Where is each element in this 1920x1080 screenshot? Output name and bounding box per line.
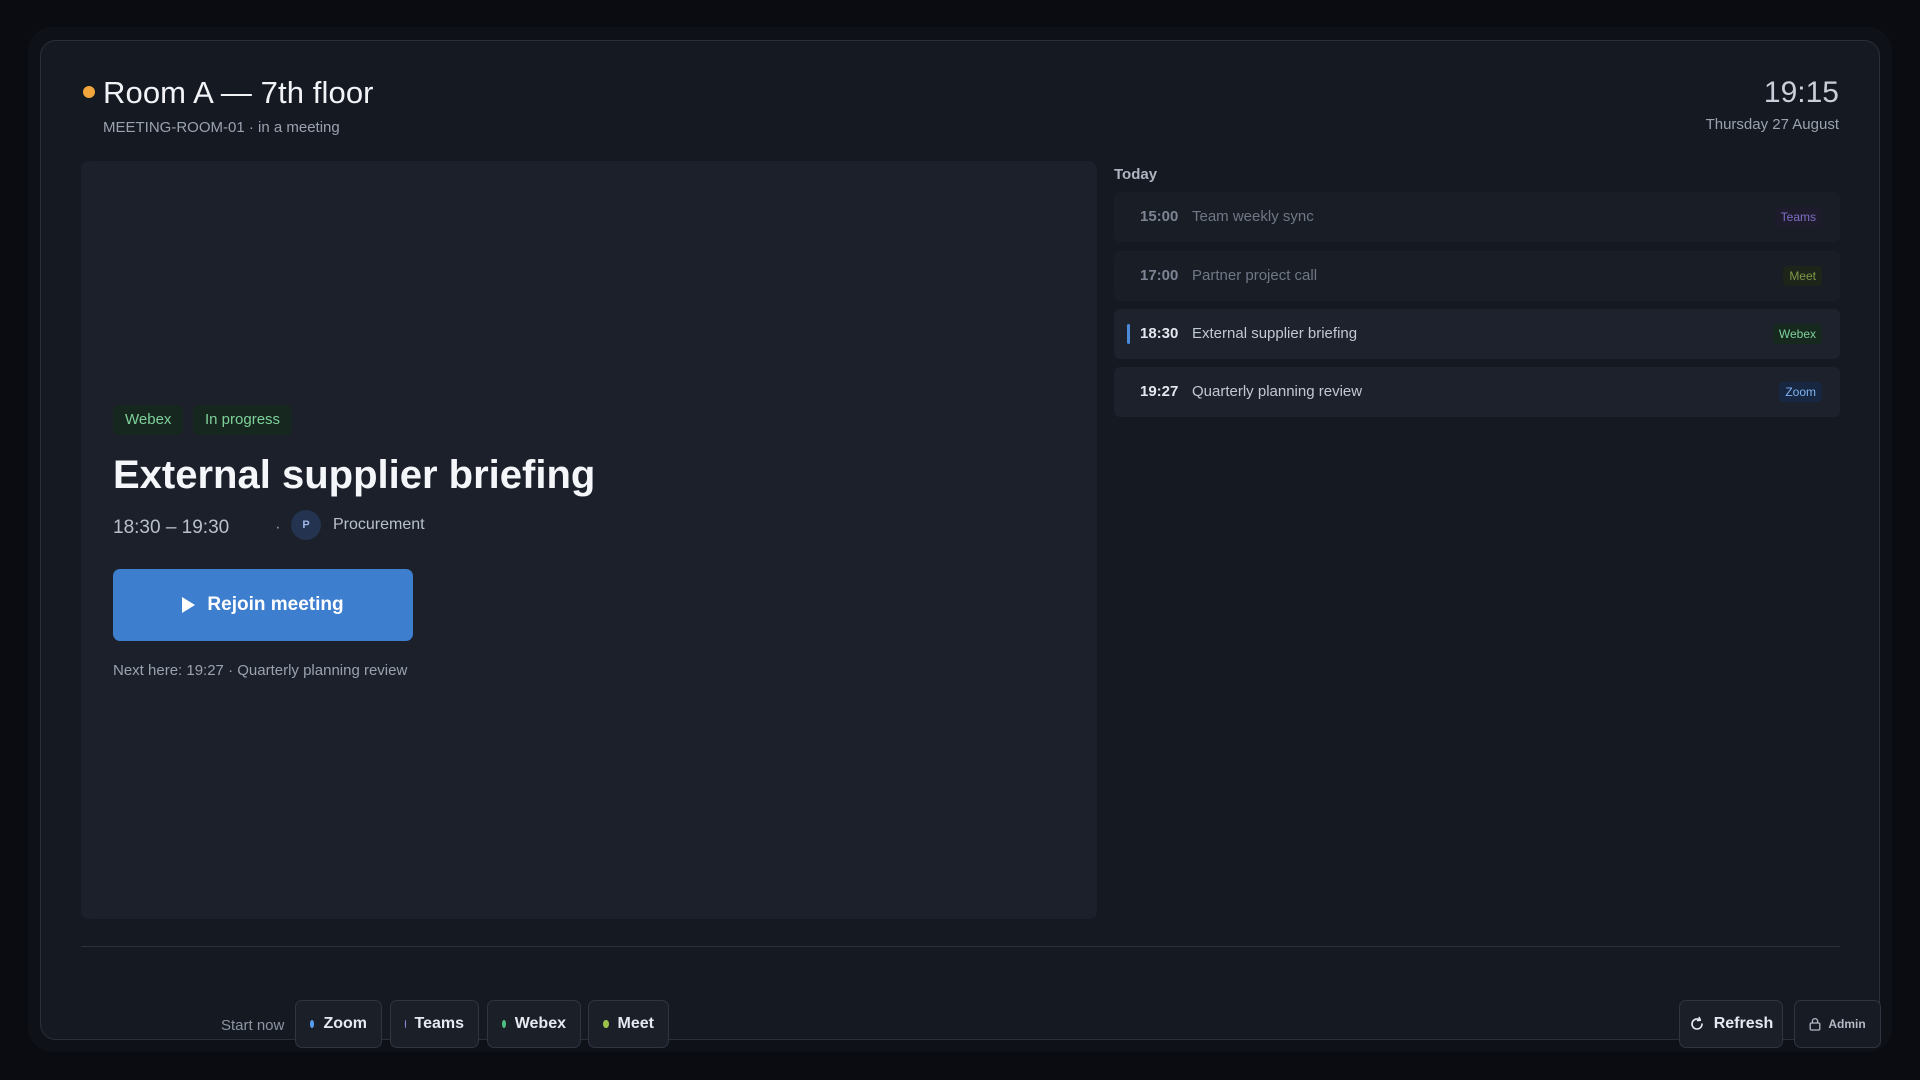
refresh-button[interactable]: Refresh [1679, 1000, 1783, 1048]
current-item-indicator [1127, 324, 1130, 344]
clock: 19:15 [1763, 76, 1839, 109]
agenda-heading: Today [1114, 166, 1158, 183]
agenda-item-platform-badge: Webex [1772, 324, 1822, 344]
agenda-item-platform-badge: Meet [1783, 266, 1822, 286]
start-webex-button[interactable]: Webex [487, 1000, 581, 1048]
start-meet-label: Meet [617, 1015, 654, 1032]
start-now-label: Start now [221, 1017, 285, 1034]
room-display: Room A — 7th floor MEETING-ROOM-01 · in … [40, 40, 1881, 1048]
start-meet-button[interactable]: Meet [588, 1000, 669, 1048]
admin-label: Admin [1828, 1017, 1866, 1031]
room-subtitle: MEETING-ROOM-01 · in a meeting [103, 119, 340, 136]
meeting-title: External supplier briefing [113, 453, 596, 497]
lock-icon [1809, 1017, 1821, 1031]
meeting-time-range: 18:30 – 19:30 [113, 517, 230, 538]
footer-divider [81, 946, 1840, 947]
agenda-item-time: 15:00 [1140, 208, 1179, 225]
agenda-item-platform-badge: Teams [1774, 207, 1822, 227]
meeting-meta-separator: · [275, 517, 281, 536]
webex-dot-icon [502, 1020, 506, 1028]
status-badge: In progress [193, 405, 293, 435]
organizer-avatar: P [291, 510, 321, 540]
start-zoom-button[interactable]: Zoom [295, 1000, 382, 1048]
admin-button[interactable]: Admin [1794, 1000, 1881, 1048]
agenda-item-platform-badge: Zoom [1779, 382, 1822, 402]
agenda-item-time: 19:27 [1140, 383, 1179, 400]
refresh-icon [1689, 1016, 1705, 1032]
agenda-item-time: 17:00 [1140, 267, 1179, 284]
date: Thursday 27 August [1705, 116, 1839, 133]
start-zoom-label: Zoom [323, 1015, 367, 1032]
rejoin-meeting-button[interactable]: Rejoin meeting [113, 569, 413, 641]
agenda-item-partner-project-call[interactable]: 17:00 Partner project call Meet [1114, 251, 1840, 301]
agenda-item-quarterly-planning-review[interactable]: 19:27 Quarterly planning review Zoom [1114, 367, 1840, 417]
organizer-name: Procurement [333, 516, 425, 533]
next-meeting-note: Next here: 19:27 · Quarterly planning re… [113, 662, 408, 679]
current-meeting-panel: Webex In progress External supplier brie… [81, 161, 1097, 919]
room-status-dot [83, 86, 95, 98]
start-webex-label: Webex [514, 1015, 566, 1032]
meet-dot-icon [603, 1020, 609, 1028]
room-title: Room A — 7th floor [103, 75, 374, 110]
agenda-item-external-supplier-briefing[interactable]: 18:30 External supplier briefing Webex [1114, 309, 1840, 359]
agenda-item-title: Partner project call [1192, 267, 1318, 284]
platform-tag: Webex [113, 405, 184, 435]
start-teams-button[interactable]: Teams [390, 1000, 479, 1048]
agenda-item-time: 18:30 [1140, 325, 1179, 342]
play-icon [182, 596, 196, 613]
agenda-item-title: Quarterly planning review [1192, 383, 1363, 400]
start-teams-label: Teams [414, 1015, 464, 1032]
agenda-item-title: External supplier briefing [1192, 325, 1358, 342]
agenda-item-title: Team weekly sync [1192, 208, 1314, 225]
agenda-item-team-weekly-sync[interactable]: 15:00 Team weekly sync Teams [1114, 192, 1840, 242]
rejoin-label: Rejoin meeting [207, 594, 344, 615]
refresh-label: Refresh [1713, 1015, 1774, 1032]
zoom-dot-icon [310, 1020, 315, 1028]
